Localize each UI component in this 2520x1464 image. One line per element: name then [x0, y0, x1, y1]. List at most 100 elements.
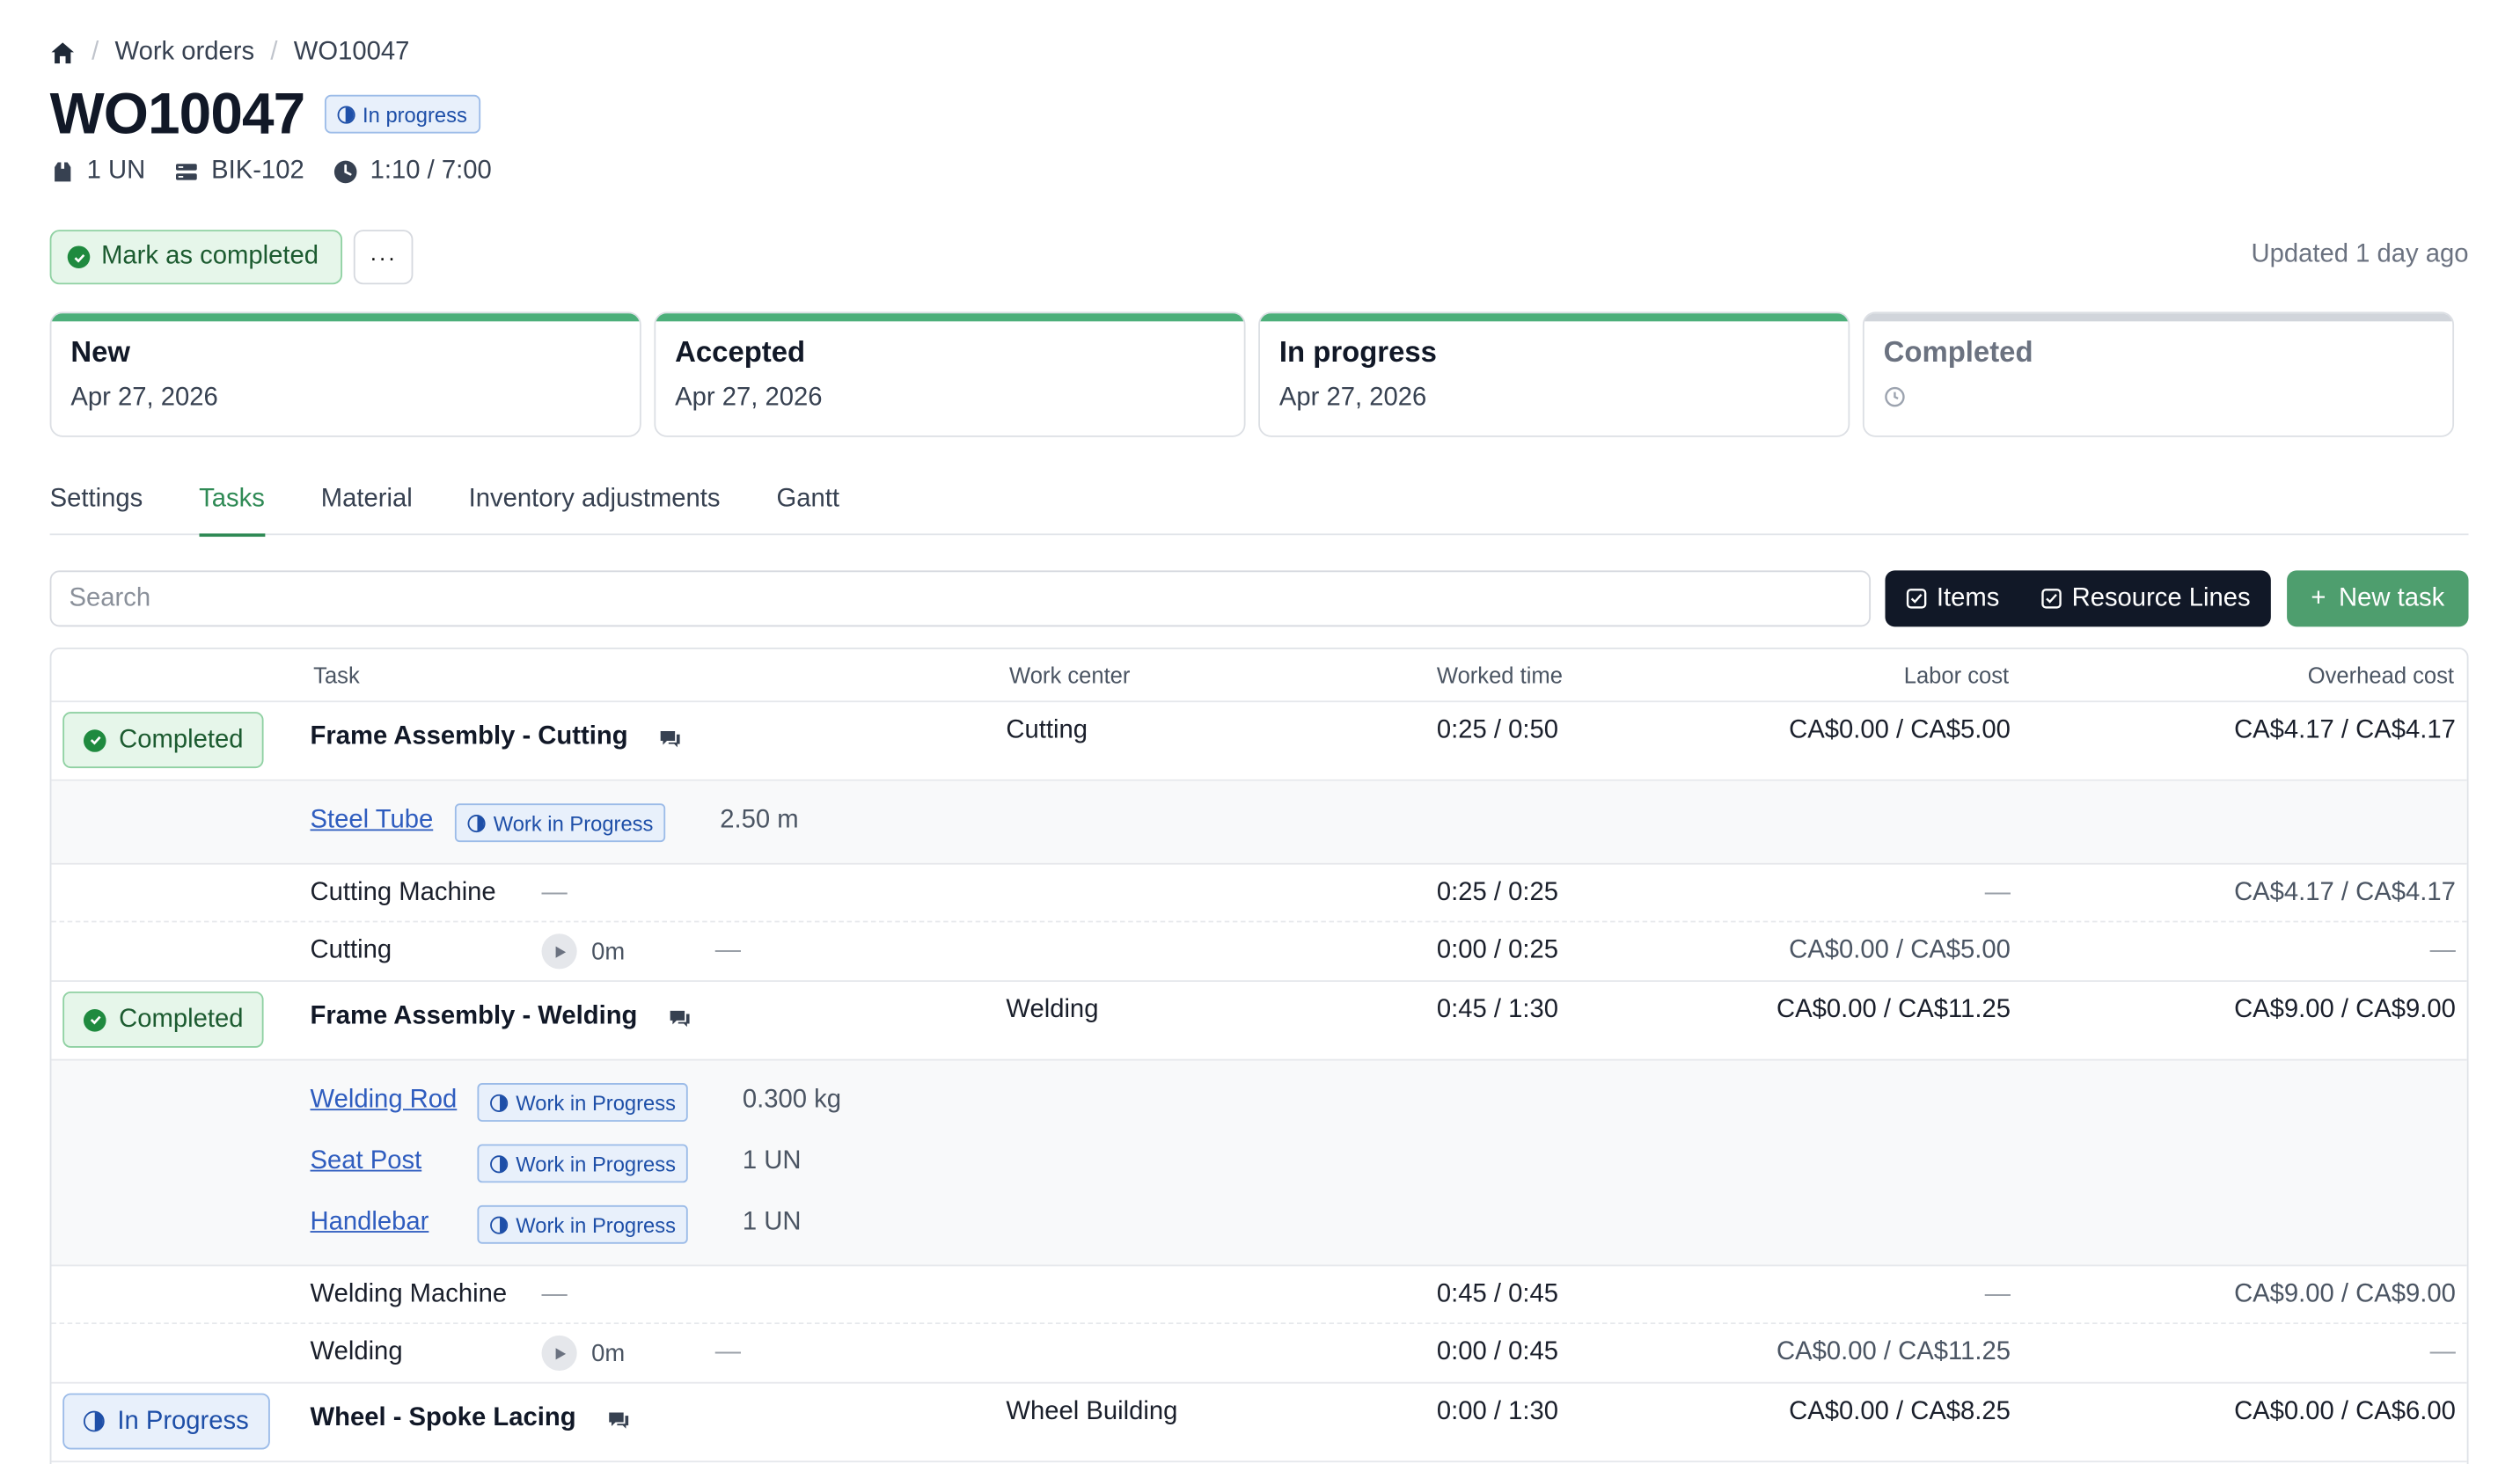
task-status-badge[interactable]: Completed	[62, 991, 265, 1048]
task-name: Wheel - Spoke Lacing	[310, 1404, 576, 1432]
play-icon[interactable]	[541, 1335, 577, 1372]
check-circle-icon	[83, 728, 106, 751]
mark-completed-button[interactable]: Mark as completed	[49, 230, 343, 285]
material-list: Welding Rod Work in Progress 0.300 kg Se…	[51, 1060, 2467, 1267]
task-overhead-cost: CA$4.17 / CA$4.17	[2234, 716, 2456, 744]
column-header-work-center: Work center	[1009, 662, 1131, 688]
machine-row: Cutting Machine — 0:25 / 0:25 — CA$4.17 …	[51, 865, 2467, 923]
in-progress-icon	[336, 105, 355, 123]
task-overhead-cost: CA$0.00 / CA$6.00	[2234, 1398, 2456, 1426]
labor-overhead: —	[2429, 1338, 2456, 1366]
in-progress-icon	[490, 1215, 509, 1233]
database-icon	[176, 164, 198, 180]
material-status-label: Work in Progress	[516, 1212, 676, 1237]
comments-icon[interactable]	[667, 1006, 692, 1031]
machine-dash: —	[541, 879, 568, 907]
task-labor-cost: CA$0.00 / CA$8.25	[1789, 1398, 2011, 1426]
step-date: Apr 27, 2026	[675, 384, 823, 412]
task-name: Frame Assembly - Cutting	[310, 722, 628, 750]
new-task-label: New task	[2339, 583, 2445, 611]
item-value: BIK-102	[211, 157, 304, 186]
material-quantity: 1 UN	[742, 1208, 802, 1236]
updated-timestamp: Updated 1 day ago	[2251, 240, 2469, 269]
labor-name: Welding	[310, 1338, 403, 1366]
package-icon	[55, 162, 71, 182]
task-row[interactable]: In Progress Wheel - Spoke Lacing Wheel B…	[51, 1384, 2467, 1463]
material-link[interactable]: Handlebar	[311, 1209, 429, 1238]
material-quantity: 2.50 m	[720, 806, 799, 834]
view-toggle-group: Items Resource Lines	[1885, 570, 2272, 627]
step-date: Apr 27, 2026	[70, 384, 218, 412]
labor-worked-time: 0:00 / 0:25	[1436, 936, 1559, 964]
task-status-badge[interactable]: Completed	[62, 712, 265, 769]
labor-dash: —	[714, 936, 742, 964]
title-row: WO10047 In progress	[50, 80, 480, 148]
task-status-label: In Progress	[117, 1407, 249, 1435]
status-badge-label: In progress	[363, 101, 467, 127]
labor-row: Welding 0m — 0:00 / 0:45 CA$0.00 / CA$11…	[51, 1324, 2467, 1384]
time-value: 1:10 / 7:00	[370, 157, 492, 186]
meta-row: 1 UN BIK-102 1:10 / 7:00	[50, 157, 492, 187]
item-meta: BIK-102	[174, 157, 304, 187]
material-quantity: 1 UN	[742, 1147, 802, 1175]
home-icon[interactable]	[50, 40, 76, 66]
machine-row: Welding Machine — 0:45 / 0:45 — CA$9.00 …	[51, 1266, 2467, 1325]
material-link[interactable]: Seat Post	[311, 1147, 422, 1176]
more-actions-button[interactable]: ···	[353, 230, 414, 285]
material-quantity: 0.300 kg	[742, 1086, 841, 1114]
tab-gantt[interactable]: Gantt	[776, 476, 839, 536]
search-input[interactable]	[49, 570, 1872, 627]
step-completed: Completed	[1862, 311, 2455, 437]
work-order-page: / Work orders / WO10047 WO10047 In progr…	[0, 0, 2520, 1464]
tab-tasks[interactable]: Tasks	[199, 476, 265, 538]
breadcrumb-separator: /	[92, 38, 99, 66]
clock-icon	[1885, 386, 1905, 407]
machine-overhead-cost: CA$9.00 / CA$9.00	[2234, 1280, 2456, 1308]
in-progress-icon	[467, 814, 486, 832]
labor-overhead: —	[2429, 936, 2456, 964]
material-status-label: Work in Progress	[493, 810, 654, 835]
task-worked-time: 0:00 / 1:30	[1436, 1398, 1559, 1426]
in-progress-icon	[490, 1154, 509, 1173]
status-steps: New Apr 27, 2026 Accepted Apr 27, 2026 I…	[49, 311, 2455, 437]
clock-icon	[334, 160, 357, 184]
machine-labor-cost: —	[1984, 879, 2011, 907]
column-header-task: Task	[313, 662, 360, 688]
labor-worked-time: 0:00 / 0:45	[1436, 1338, 1559, 1366]
labor-dash: —	[714, 1338, 742, 1366]
step-date: Apr 27, 2026	[1278, 384, 1427, 412]
tab-inventory-adjustments[interactable]: Inventory adjustments	[469, 476, 721, 536]
machine-name: Cutting Machine	[310, 879, 496, 907]
items-toggle-button[interactable]: Items	[1885, 570, 2020, 626]
material-status-badge: Work in Progress	[477, 1144, 689, 1183]
more-icon: ···	[370, 244, 398, 270]
task-status-label: Completed	[119, 1005, 244, 1033]
task-row[interactable]: Completed Frame Assembly - Cutting Cutti…	[51, 702, 2467, 781]
resource-lines-toggle-button[interactable]: Resource Lines	[2020, 570, 2271, 626]
time-meta: 1:10 / 7:00	[333, 157, 492, 187]
labor-cost: CA$0.00 / CA$5.00	[1789, 936, 2011, 964]
task-status-badge[interactable]: In Progress	[62, 1393, 270, 1450]
quantity-value: 1 UN	[86, 157, 146, 186]
play-icon[interactable]	[541, 933, 577, 970]
mark-completed-label: Mark as completed	[101, 242, 319, 270]
task-row[interactable]: Completed Frame Assembly - Welding Weldi…	[51, 982, 2467, 1061]
task-worked-time: 0:25 / 0:50	[1436, 716, 1559, 744]
comments-icon[interactable]	[606, 1408, 632, 1433]
breadcrumb: / Work orders / WO10047	[50, 39, 410, 68]
material-link[interactable]: Steel Tube	[311, 807, 434, 836]
comments-icon[interactable]	[657, 727, 683, 752]
breadcrumb-work-orders[interactable]: Work orders	[115, 39, 255, 68]
status-badge: In progress	[324, 94, 480, 134]
labor-timer: 0m	[591, 1340, 626, 1368]
material-link[interactable]: Welding Rod	[311, 1087, 458, 1116]
new-task-button[interactable]: + New task	[2287, 570, 2469, 627]
tab-material[interactable]: Material	[321, 476, 413, 536]
material-status-badge: Work in Progress	[477, 1083, 689, 1122]
column-header-labor-cost: Labor cost	[1903, 662, 2010, 688]
tab-settings[interactable]: Settings	[50, 476, 143, 536]
material-list: Steel Tube Work in Progress 2.50 m	[51, 780, 2467, 865]
task-status-label: Completed	[119, 725, 244, 753]
step-title: Completed	[1883, 335, 2033, 369]
machine-dash: —	[541, 1280, 568, 1308]
